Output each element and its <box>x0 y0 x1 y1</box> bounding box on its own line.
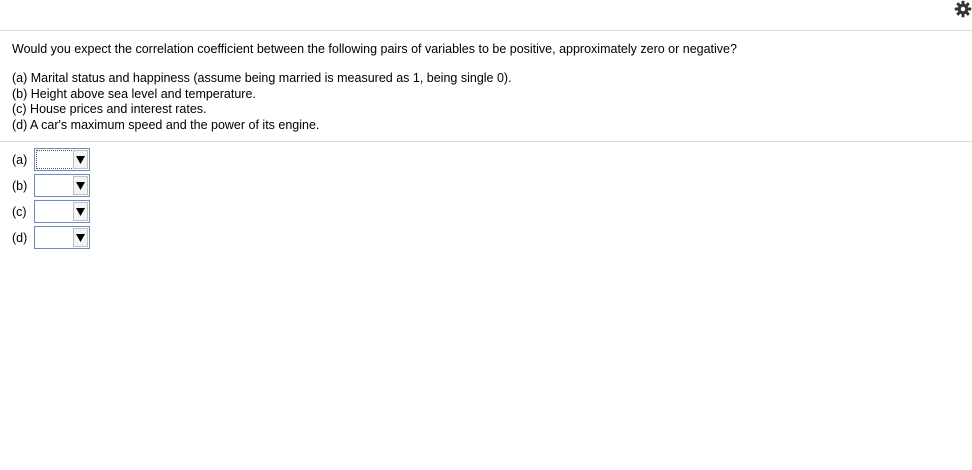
answer-label-d: (d) <box>12 231 28 245</box>
dropdown-button-c[interactable] <box>73 202 88 221</box>
answer-select-b[interactable] <box>34 174 90 197</box>
triangle-down-icon <box>76 208 85 216</box>
item-b: (b) Height above sea level and temperatu… <box>12 86 256 101</box>
answer-label-c: (c) <box>12 205 27 219</box>
answer-label-b: (b) <box>12 179 28 193</box>
answer-select-c[interactable] <box>34 200 90 223</box>
answer-row-a: (a) <box>12 148 112 174</box>
dropdown-button-b[interactable] <box>73 176 88 195</box>
triangle-down-icon <box>76 234 85 242</box>
question-page: Would you expect the correlation coeffic… <box>0 0 972 470</box>
item-c: (c) House prices and interest rates. <box>12 102 207 117</box>
answer-select-d[interactable] <box>34 226 90 249</box>
answer-list: (a) (b) (c) (d) <box>12 148 112 252</box>
answer-label-a: (a) <box>12 153 28 167</box>
answer-row-d: (d) <box>12 226 112 252</box>
answer-row-c: (c) <box>12 200 112 226</box>
top-divider <box>0 30 972 31</box>
question-text: Would you expect the correlation coeffic… <box>12 42 737 56</box>
dropdown-button-a[interactable] <box>73 150 88 169</box>
triangle-down-icon <box>76 182 85 190</box>
triangle-down-icon <box>76 156 85 164</box>
answer-divider <box>0 141 972 142</box>
gear-icon[interactable] <box>954 0 972 18</box>
item-d: (d) A car's maximum speed and the power … <box>12 117 320 132</box>
item-a: (a) Marital status and happiness (assume… <box>12 71 512 85</box>
item-list: (a) Marital status and happiness (assume… <box>12 71 512 133</box>
answer-select-a[interactable] <box>34 148 90 171</box>
answer-row-b: (b) <box>12 174 112 200</box>
dropdown-button-d[interactable] <box>73 228 88 247</box>
